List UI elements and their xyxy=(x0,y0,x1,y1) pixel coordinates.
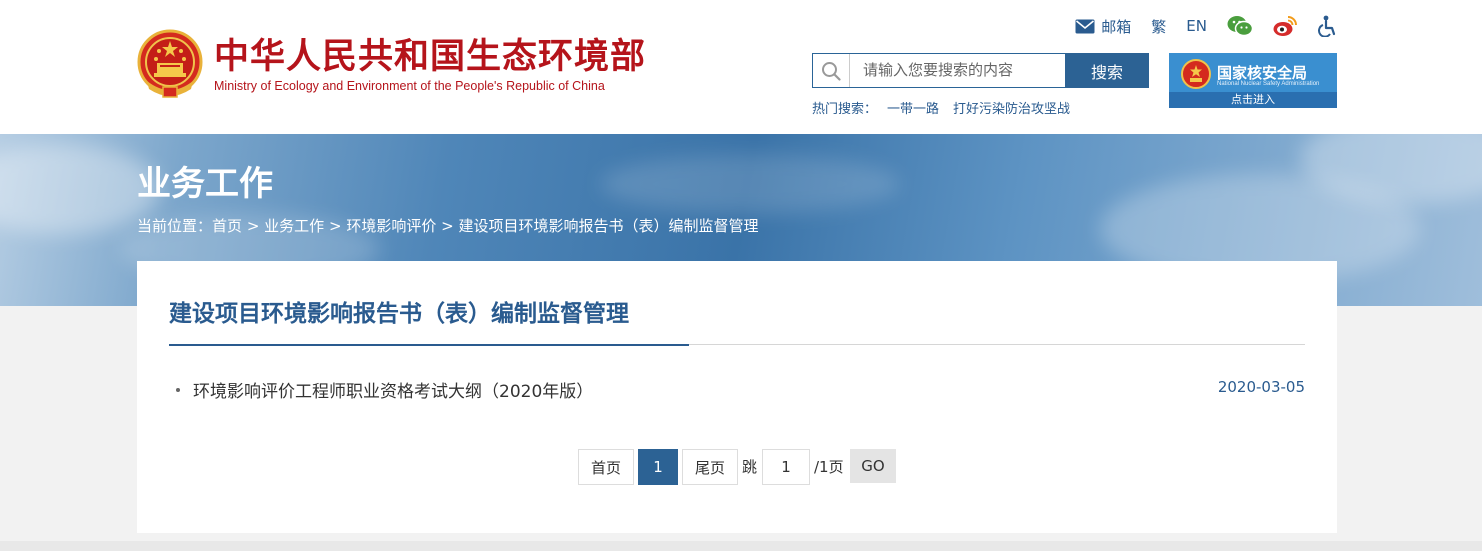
breadcrumb-prefix: 当前位置： xyxy=(137,217,213,235)
breadcrumb-separator: > xyxy=(246,217,260,235)
search-input[interactable] xyxy=(863,60,1058,80)
hot-search-link[interactable]: 打好污染防治攻坚战 xyxy=(953,102,1070,117)
nnsa-english: National Nuclear Safety Administration xyxy=(1217,81,1320,87)
list-item-link[interactable]: 环境影响评价工程师职业资格考试大纲（2020年版） xyxy=(193,377,593,402)
bullet-icon xyxy=(176,388,180,392)
accessibility-link[interactable] xyxy=(1317,15,1337,37)
nnsa-enter: 点击进入 xyxy=(1169,92,1337,108)
breadcrumb-home[interactable]: 首页 xyxy=(212,217,242,235)
section-title: 业务工作 xyxy=(137,164,273,204)
content-title: 建设项目环境影响报告书（表）编制监督管理 xyxy=(169,301,629,327)
mail-icon xyxy=(1075,19,1095,33)
site-title[interactable]: 中华人民共和国生态环境部 xyxy=(214,35,646,79)
content-card: 建设项目环境影响报告书（表）编制监督管理 环境影响评价工程师职业资格考试大纲（2… xyxy=(137,261,1337,533)
hot-search-link[interactable]: 一带一路 xyxy=(887,102,939,117)
list-item: 环境影响评价工程师职业资格考试大纲（2020年版） 2020-03-05 xyxy=(169,377,1305,403)
site-header: 中华人民共和国生态环境部 Ministry of Ecology and Env… xyxy=(0,0,1482,134)
footer-strip xyxy=(0,541,1482,551)
list-item-date: 2020-03-05 xyxy=(1217,378,1305,396)
hot-search: 热门搜索： 一带一路 打好污染防治攻坚战 xyxy=(812,98,1070,117)
search-box xyxy=(812,53,1066,88)
nnsa-name: 国家核安全局 xyxy=(1217,64,1308,82)
search-icon[interactable] xyxy=(813,54,850,87)
nnsa-emblem-icon xyxy=(1181,59,1211,89)
pager-page-1[interactable]: 1 xyxy=(638,449,678,485)
breadcrumb-separator: > xyxy=(328,217,342,235)
breadcrumb-eia[interactable]: 环境影响评价 xyxy=(346,217,436,235)
mail-link[interactable]: 邮箱 xyxy=(1075,16,1131,37)
traditional-chinese-link[interactable]: 繁 xyxy=(1151,16,1166,37)
pager-first-button[interactable]: 首页 xyxy=(578,449,634,485)
mail-label: 邮箱 xyxy=(1101,17,1132,36)
pager-page-input[interactable] xyxy=(762,449,810,485)
magnifier-icon xyxy=(822,61,841,81)
search-button[interactable]: 搜索 xyxy=(1065,53,1149,88)
title-underline xyxy=(169,344,689,346)
breadcrumb-current[interactable]: 建设项目环境影响报告书（表）编制监督管理 xyxy=(458,217,758,235)
breadcrumb: 当前位置：首页 > 业务工作 > 环境影响评价 > 建设项目环境影响报告书（表）… xyxy=(137,215,759,236)
wechat-link[interactable] xyxy=(1227,15,1253,37)
weibo-link[interactable] xyxy=(1273,15,1297,37)
hot-search-label: 热门搜索： xyxy=(812,102,878,117)
pager-total: /1页 xyxy=(814,458,844,476)
nnsa-banner-link[interactable]: 国家核安全局 National Nuclear Safety Administr… xyxy=(1169,53,1337,108)
national-emblem-icon[interactable] xyxy=(137,29,203,99)
english-link[interactable]: EN xyxy=(1186,17,1207,35)
site-subtitle: Ministry of Ecology and Environment of t… xyxy=(214,79,605,93)
accessibility-icon xyxy=(1318,15,1336,37)
breadcrumb-separator: > xyxy=(441,217,454,235)
pager-last-button[interactable]: 尾页 xyxy=(682,449,738,485)
search-bar: 搜索 xyxy=(812,53,1149,88)
pager-go-button[interactable]: GO xyxy=(850,449,896,483)
wechat-icon xyxy=(1227,16,1253,37)
weibo-icon xyxy=(1273,16,1297,36)
pager-jump-label: 跳 xyxy=(742,458,758,476)
top-links: 邮箱 繁 EN xyxy=(1055,12,1337,40)
breadcrumb-business[interactable]: 业务工作 xyxy=(264,217,324,235)
